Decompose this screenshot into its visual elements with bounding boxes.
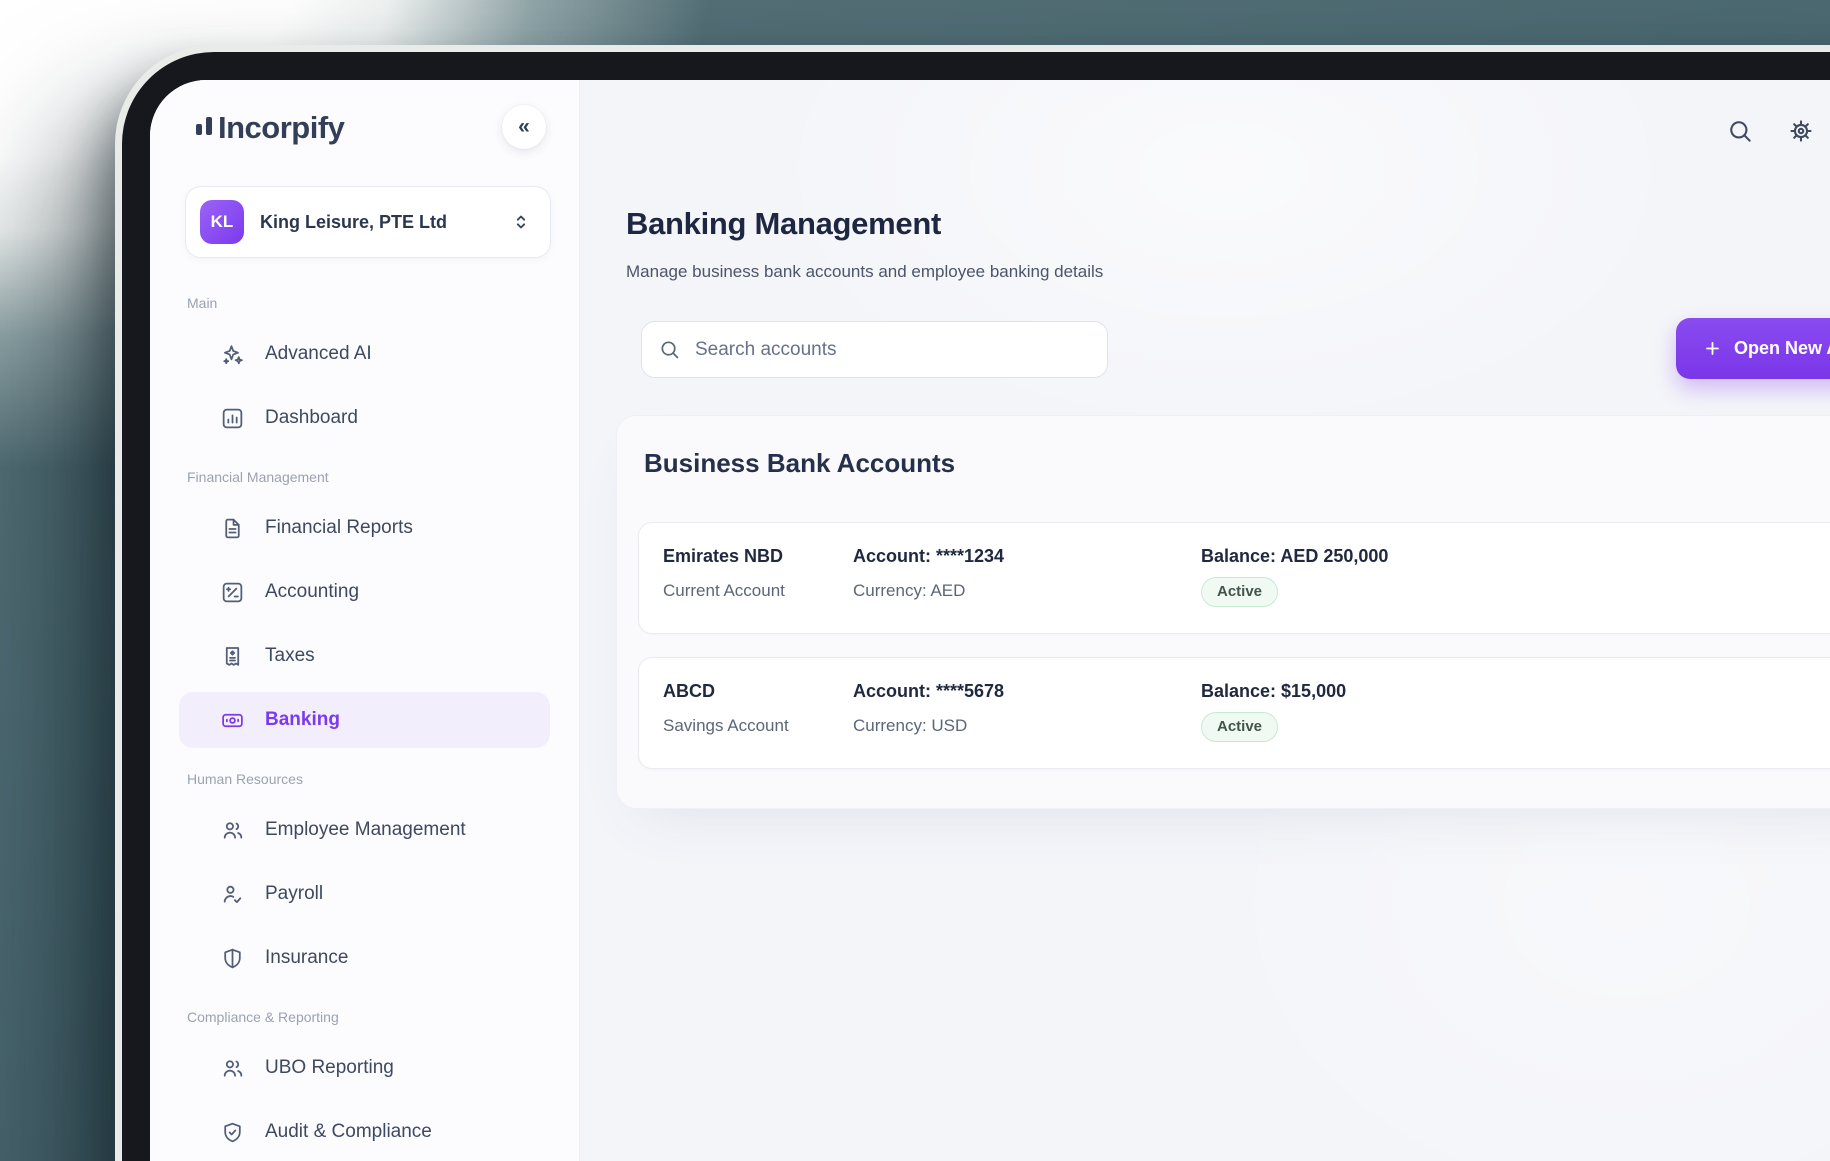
account-balance-column: Balance: AED 250,000 Active <box>1201 544 1388 607</box>
sidebar: Incorpify « KL King Leisure, PTE Ltd Mai… <box>150 80 580 1161</box>
sidebar-item-label: UBO Reporting <box>265 1057 394 1078</box>
account-row-abcd[interactable]: ABCD Savings Account Account: ****5678 C… <box>638 657 1830 769</box>
sidebar-item-label: Taxes <box>265 645 315 666</box>
sidebar-item-label: Advanced AI <box>265 343 372 364</box>
status-badge: Active <box>1201 712 1279 742</box>
users-icon <box>220 1056 245 1081</box>
account-number-column: Account: ****1234 Currency: AED <box>853 544 1004 602</box>
sidebar-item-dashboard[interactable]: Dashboard <box>179 390 550 446</box>
sidebar-item-payroll[interactable]: Payroll <box>179 866 550 922</box>
account-balance-column: Balance: $15,000 Active <box>1201 679 1346 742</box>
sidebar-item-employee-management[interactable]: Employee Management <box>179 802 550 858</box>
shield-icon <box>220 946 245 971</box>
app-window-frame: Incorpify « KL King Leisure, PTE Ltd Mai… <box>122 52 1830 1161</box>
company-name: King Leisure, PTE Ltd <box>260 211 448 232</box>
plus-icon <box>1703 339 1722 358</box>
account-number: Account: ****5678 <box>853 681 1005 701</box>
account-type: Current Account <box>663 581 785 600</box>
sidebar-nav: Main Advanced AI Dashboard Financial Man… <box>150 272 579 1161</box>
shield-check-icon <box>220 1120 245 1145</box>
users-icon <box>220 818 245 843</box>
account-currency: Currency: AED <box>853 581 966 600</box>
company-avatar: KL <box>200 200 244 244</box>
calculator-icon <box>220 580 245 605</box>
document-icon <box>220 516 245 541</box>
nav-section-hr: Human Resources <box>187 771 303 787</box>
search-accounts-input[interactable] <box>695 338 1091 361</box>
bar-chart-icon <box>220 406 245 431</box>
account-row-emirates-nbd[interactable]: Emirates NBD Current Account Account: **… <box>638 522 1830 634</box>
collapse-chevrons-icon: « <box>518 115 530 138</box>
open-new-account-button[interactable]: Open New Account <box>1676 318 1830 379</box>
brand-name: Incorpify <box>218 110 345 145</box>
bank-name: ABCD <box>663 681 715 701</box>
account-number: Account: ****1234 <box>853 546 1005 566</box>
account-type: Savings Account <box>663 716 789 735</box>
main-content: Banking Management Manage business bank … <box>580 80 1830 1161</box>
accounts-search-field <box>641 321 1108 378</box>
sidebar-item-label: Insurance <box>265 947 349 968</box>
sparkles-icon <box>220 342 245 367</box>
sidebar-item-banking[interactable]: Banking <box>179 692 550 748</box>
sidebar-item-accounting[interactable]: Accounting <box>179 564 550 620</box>
brand-logo: Incorpify <box>196 108 345 148</box>
app-surface: Incorpify « KL King Leisure, PTE Ltd Mai… <box>150 80 1830 1161</box>
page-title: Banking Management <box>626 206 941 241</box>
sidebar-item-label: Employee Management <box>265 819 466 840</box>
search-icon <box>658 338 681 361</box>
sidebar-item-ubo-reporting[interactable]: UBO Reporting <box>179 1040 550 1096</box>
sidebar-item-insurance[interactable]: Insurance <box>179 930 550 986</box>
page-subtitle: Manage business bank accounts and employ… <box>626 262 1104 281</box>
user-check-icon <box>220 882 245 907</box>
brand-bars-icon <box>196 116 212 140</box>
nav-section-financial: Financial Management <box>187 469 329 485</box>
open-new-account-label: Open New Account <box>1734 338 1830 358</box>
nav-section-main: Main <box>187 295 218 311</box>
nav-section-compliance: Compliance & Reporting <box>187 1009 339 1025</box>
sidebar-item-advanced-ai[interactable]: Advanced AI <box>179 326 550 382</box>
receipt-icon <box>220 644 245 669</box>
sidebar-item-label: Dashboard <box>265 407 358 428</box>
company-selector[interactable]: KL King Leisure, PTE Ltd <box>185 186 551 258</box>
sidebar-collapse-button[interactable]: « <box>502 105 546 149</box>
sidebar-item-label: Payroll <box>265 883 324 904</box>
unfold-chevrons-icon <box>510 211 532 233</box>
desktop-background: Incorpify « KL King Leisure, PTE Ltd Mai… <box>0 0 1830 1161</box>
card-title: Business Bank Accounts <box>644 448 956 478</box>
banknote-icon <box>220 708 245 733</box>
gear-icon[interactable] <box>1787 117 1815 145</box>
sidebar-item-label: Audit & Compliance <box>265 1121 432 1142</box>
search-icon[interactable] <box>1726 117 1754 145</box>
account-currency: Currency: USD <box>853 716 968 735</box>
account-balance: Balance: $15,000 <box>1201 681 1347 701</box>
sidebar-item-label: Financial Reports <box>265 517 413 538</box>
sidebar-item-label: Accounting <box>265 581 360 602</box>
sidebar-item-taxes[interactable]: Taxes <box>179 628 550 684</box>
sidebar-item-label: Banking <box>265 709 340 730</box>
sidebar-item-audit-compliance[interactable]: Audit & Compliance <box>179 1104 550 1160</box>
sidebar-item-financial-reports[interactable]: Financial Reports <box>179 500 550 556</box>
business-bank-accounts-card: Business Bank Accounts Emirates NBD Curr… <box>616 415 1830 809</box>
account-bank-column: Emirates NBD Current Account <box>663 544 785 602</box>
account-balance: Balance: AED 250,000 <box>1201 546 1389 566</box>
account-bank-column: ABCD Savings Account <box>663 679 789 737</box>
account-number-column: Account: ****5678 Currency: USD <box>853 679 1004 737</box>
bank-name: Emirates NBD <box>663 546 784 566</box>
status-badge: Active <box>1201 577 1279 607</box>
